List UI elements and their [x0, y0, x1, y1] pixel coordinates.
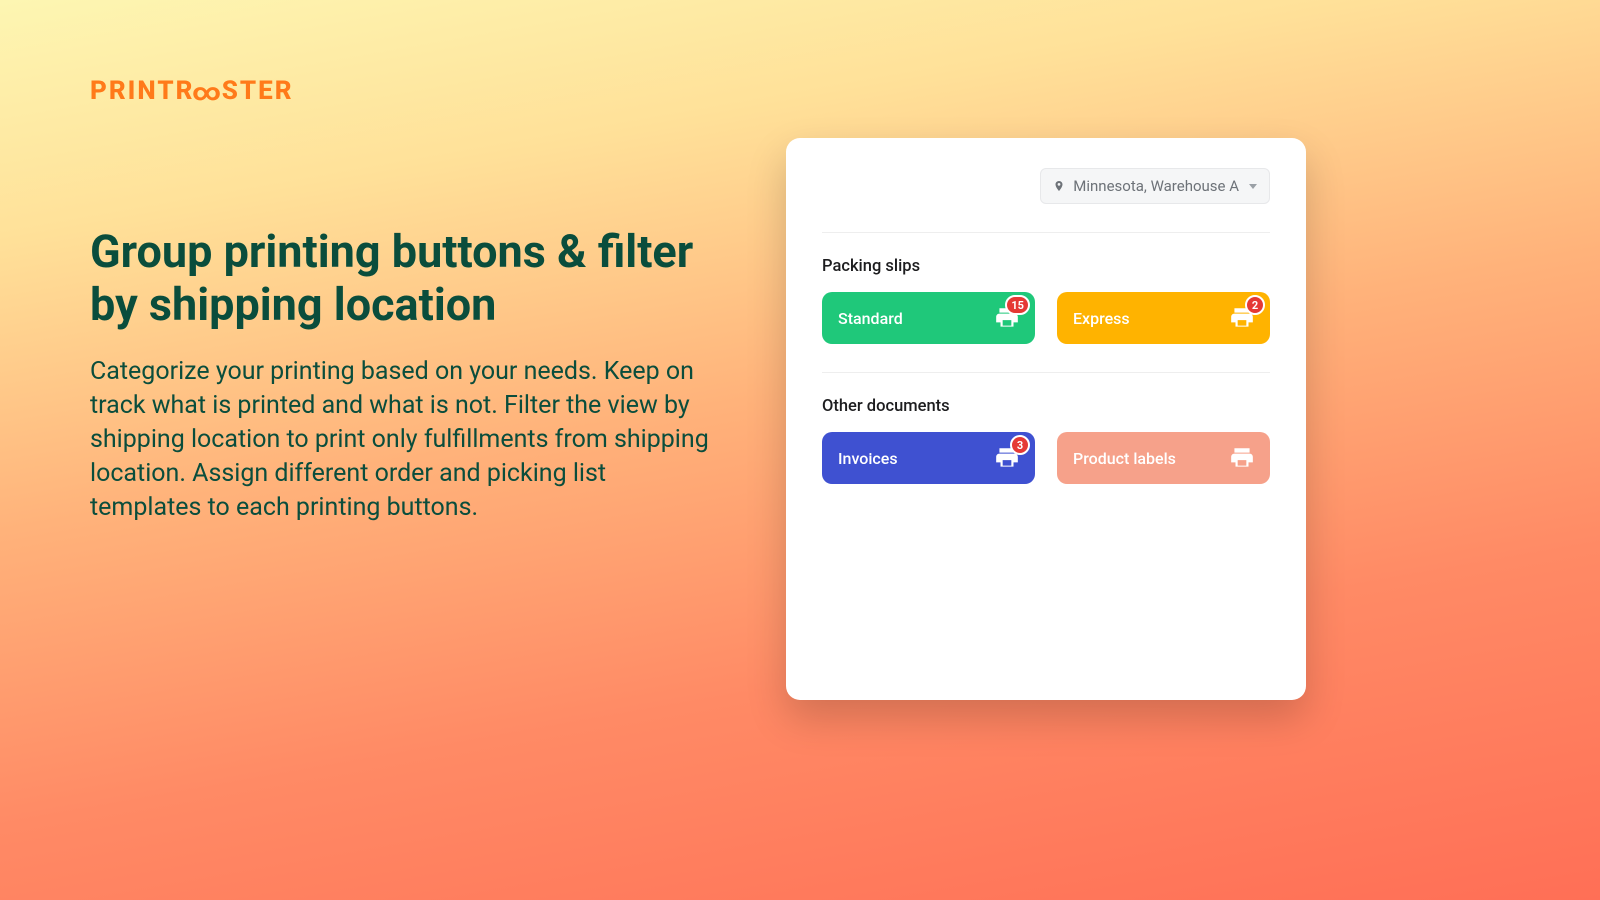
section-other-documents: Other documents Invoices 3 Product label… [822, 373, 1270, 484]
count-badge: 3 [1010, 435, 1030, 455]
section-packing-slips: Packing slips Standard 15 Express 2 [822, 233, 1270, 373]
print-button-invoices[interactable]: Invoices 3 [822, 432, 1035, 484]
printer-icon: 15 [993, 305, 1021, 331]
button-row: Invoices 3 Product labels [822, 432, 1270, 484]
card-header: Minnesota, Warehouse A [822, 168, 1270, 233]
print-button-label: Express [1073, 309, 1130, 328]
button-row: Standard 15 Express 2 [822, 292, 1270, 373]
location-select[interactable]: Minnesota, Warehouse A [1040, 168, 1270, 204]
print-button-express[interactable]: Express 2 [1057, 292, 1270, 344]
map-pin-icon [1053, 178, 1065, 194]
section-title: Other documents [822, 397, 1270, 416]
section-title: Packing slips [822, 257, 1270, 276]
count-badge: 2 [1245, 295, 1265, 315]
printer-icon: 3 [993, 445, 1021, 471]
print-button-label: Product labels [1073, 449, 1176, 468]
print-button-label: Standard [838, 309, 903, 328]
printer-icon [1228, 445, 1256, 471]
location-label: Minnesota, Warehouse A [1073, 177, 1239, 195]
count-badge: 15 [1005, 295, 1030, 315]
infinity-icon: ∞ [192, 78, 223, 106]
print-button-standard[interactable]: Standard 15 [822, 292, 1035, 344]
brand-text-right: STER [222, 76, 294, 106]
brand-logo: PRINTR∞STER [90, 76, 294, 106]
brand-text-left: PRINTR [90, 76, 194, 106]
hero-section: Group printing buttons & filter by shipp… [90, 225, 720, 525]
print-card: Minnesota, Warehouse A Packing slips Sta… [786, 138, 1306, 700]
printer-icon: 2 [1228, 305, 1256, 331]
print-button-label: Invoices [838, 449, 898, 468]
page-title: Group printing buttons & filter by shipp… [90, 225, 720, 331]
print-button-product-labels[interactable]: Product labels [1057, 432, 1270, 484]
page-description: Categorize your printing based on your n… [90, 355, 720, 525]
chevron-down-icon [1249, 184, 1257, 189]
